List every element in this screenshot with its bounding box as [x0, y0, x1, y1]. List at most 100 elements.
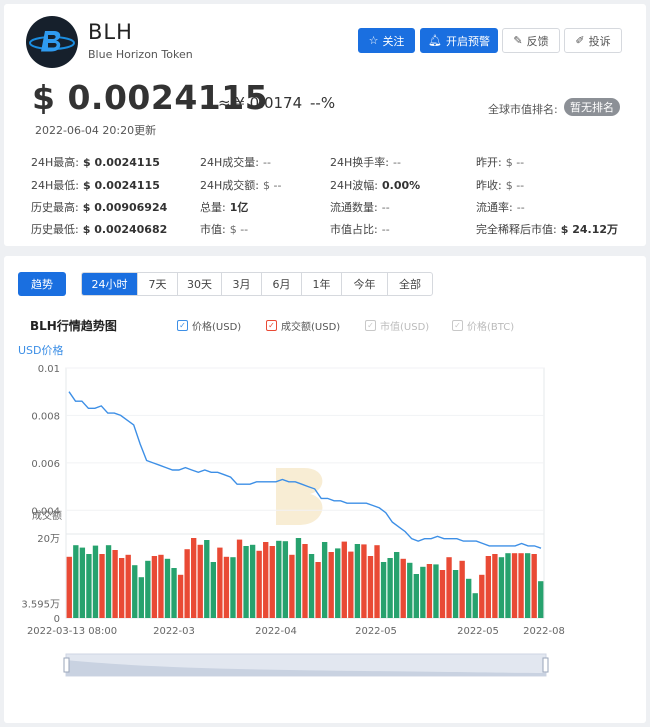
range-handle-left[interactable]: [63, 657, 70, 673]
price-tick-label: 0.006: [31, 459, 60, 470]
volume-bar: [407, 562, 413, 618]
volume-bar: [452, 570, 459, 618]
volume-bar: [374, 545, 380, 618]
volume-bar: [341, 541, 347, 618]
star-icon: ☆: [368, 34, 379, 47]
watermark-logo: [276, 468, 323, 525]
volume-bar: [302, 544, 308, 618]
stat-value: $ 0.00240682: [82, 223, 168, 236]
stat-value: $ --: [229, 223, 249, 236]
volume-bar: [145, 560, 151, 618]
follow-button[interactable]: ☆ 关注: [358, 28, 415, 53]
stat-item: 昨开: $ --: [476, 154, 524, 170]
volume-bar: [184, 549, 190, 618]
stat-value: --: [516, 201, 525, 214]
volume-bar: [498, 557, 505, 618]
coin-logo: [26, 16, 78, 68]
stat-item: 24H最高: $ 0.0024115: [31, 154, 160, 170]
volume-bar: [459, 560, 465, 618]
stat-value: $ --: [505, 156, 525, 169]
stat-item: 历史最高: $ 0.00906924: [31, 199, 167, 215]
stat-label: 历史最高:: [31, 201, 79, 214]
x-tick-label: 2022-05: [457, 626, 499, 637]
volume-bar: [243, 546, 249, 618]
stat-label: 24H最高:: [31, 156, 79, 169]
stat-label: 完全稀释后市值:: [476, 223, 557, 236]
rank-label: 全球市值排名:: [488, 103, 558, 116]
coin-full-name: Blue Horizon Token: [88, 48, 193, 61]
volume-bar: [295, 538, 302, 618]
volume-bar: [439, 570, 446, 618]
stat-value: --: [381, 223, 390, 236]
volume-bar: [132, 565, 138, 618]
volume-bar: [472, 593, 478, 618]
volume-axis-label: 成交额: [32, 509, 62, 522]
stat-value: 1亿: [229, 201, 249, 214]
volume-bar: [321, 542, 328, 618]
volume-bar: [400, 558, 406, 618]
stat-item: 24H最低: $ 0.0024115: [31, 177, 160, 193]
x-tick-label: 2022-03-13 08:00: [27, 626, 117, 637]
stat-value: $ 0.0024115: [82, 156, 160, 169]
stat-item: 市值: $ --: [200, 221, 248, 237]
volume-tick-label: 20万: [37, 534, 60, 545]
stat-label: 流通数量:: [330, 201, 378, 214]
x-tick-label: 2022-08: [523, 626, 565, 637]
stat-label: 24H最低:: [31, 179, 79, 192]
price-volume-chart[interactable]: USD价格0.010.0080.0060.004成交额20万3.595万0202…: [4, 256, 646, 723]
volume-bar: [492, 554, 498, 618]
volume-bar: [217, 547, 223, 618]
x-tick-label: 2022-05: [355, 626, 397, 637]
price-alert-button[interactable]: 🔔︎ 开启预警: [420, 28, 498, 53]
price-tick-label: 0.008: [31, 411, 60, 422]
volume-bar: [393, 552, 400, 618]
volume-bar: [171, 568, 177, 618]
volume-bar: [348, 551, 354, 618]
volume-bar: [112, 550, 118, 618]
volume-bar: [256, 550, 262, 618]
stat-item: 总量: 1亿: [200, 199, 248, 215]
volume-bar: [387, 558, 393, 618]
volume-bar: [282, 541, 289, 618]
volume-bar: [177, 574, 184, 618]
volume-bar: [524, 553, 531, 618]
stat-item: 市值占比: --: [330, 221, 390, 237]
volume-bar: [73, 545, 79, 618]
volume-bar: [479, 574, 485, 618]
volume-bar: [204, 540, 210, 618]
stat-value: --: [392, 156, 401, 169]
volume-bar: [105, 545, 112, 618]
volume-bar: [92, 545, 99, 618]
volume-bar: [531, 554, 537, 618]
stat-value: $ 24.12万: [560, 223, 618, 236]
complain-button[interactable]: ✐ 投诉: [564, 28, 622, 53]
range-handle-right[interactable]: [542, 657, 549, 673]
stat-value: --: [262, 156, 271, 169]
volume-bar: [230, 557, 236, 618]
volume-bar: [315, 562, 321, 618]
stat-item: 24H成交量: --: [200, 154, 271, 170]
volume-bar: [413, 574, 419, 618]
stat-item: 完全稀释后市值: $ 24.12万: [476, 221, 618, 237]
volume-bar: [249, 544, 256, 618]
feedback-button[interactable]: ✎ 反馈: [502, 28, 560, 53]
volume-bar: [191, 538, 197, 618]
volume-bar: [446, 557, 452, 618]
volume-bar: [354, 544, 361, 618]
volume-bar: [158, 554, 164, 618]
volume-bar: [518, 553, 524, 618]
volume-bar: [308, 554, 315, 618]
stat-label: 24H成交量:: [200, 156, 259, 169]
volume-bar: [380, 562, 387, 618]
volume-bar: [210, 562, 217, 618]
price-change: --%: [310, 94, 336, 112]
update-time: 2022-06-04 20:20更新: [35, 124, 157, 137]
volume-bar: [79, 547, 86, 618]
volume-bar: [538, 581, 544, 618]
x-tick-label: 2022-04: [255, 626, 297, 637]
stat-value: --: [381, 201, 390, 214]
volume-bar: [138, 577, 144, 618]
stat-value: 0.00%: [381, 179, 421, 192]
volume-bar: [99, 554, 105, 618]
volume-bar: [335, 548, 341, 618]
